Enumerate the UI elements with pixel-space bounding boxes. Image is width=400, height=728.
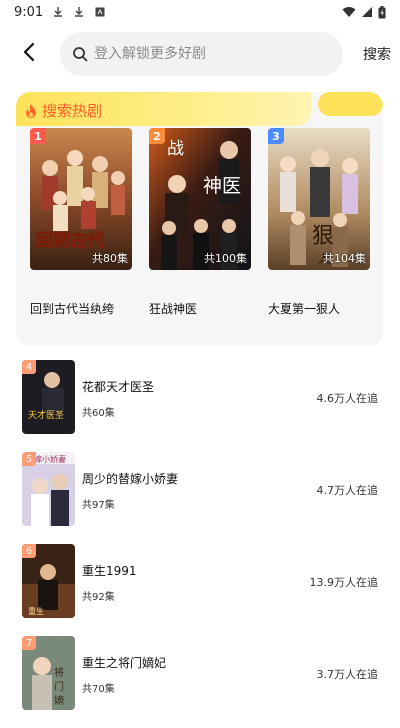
- signal-icon: [362, 7, 372, 17]
- episode-count: 共104集: [323, 252, 366, 265]
- drama-title[interactable]: 重生之将门嫡妃: [82, 654, 166, 671]
- top-item[interactable]: 战 神医 2 共100集 狂战神医: [149, 128, 251, 317]
- search-header: 搜索: [0, 30, 400, 78]
- list-item[interactable]: 天才医圣 4 花都天才医圣 共60集 4.6万人在追: [22, 360, 378, 452]
- followers-count: 13.9万人在追: [309, 576, 379, 589]
- rank-badge: 3: [268, 128, 284, 144]
- list-item[interactable]: 替嫁小娇妻 5 周少的替嫁小娇妻 共97集 4.7万人在追: [22, 452, 378, 544]
- drama-title[interactable]: 大夏第一狠人: [268, 300, 370, 317]
- drama-title[interactable]: 狂战神医: [149, 300, 251, 317]
- hot-dramas-card: 搜索热剧 回到古代 1 共80集 回到古代当纨绔 战 神医 2 共100集 狂战…: [16, 92, 383, 346]
- drama-title[interactable]: 回到古代当纨绔: [30, 300, 132, 317]
- back-arrow-icon[interactable]: [18, 40, 42, 64]
- fire-icon: [26, 103, 36, 118]
- episode-count: 共80集: [92, 252, 128, 265]
- rank-badge: 5: [22, 452, 36, 466]
- episode-count: 共70集: [82, 684, 115, 695]
- svg-text:回到古代: 回到古代: [36, 230, 104, 251]
- poster-image[interactable]: 狠 人 3 共104集: [268, 128, 370, 270]
- svg-text:嫡: 嫡: [54, 694, 64, 707]
- rank-badge: 7: [22, 636, 36, 650]
- secondary-tab[interactable]: [318, 92, 383, 116]
- svg-text:战: 战: [167, 139, 184, 159]
- status-bar: 9:01: [0, 0, 400, 24]
- svg-text:天才医圣: 天才医圣: [28, 409, 64, 421]
- poster-image[interactable]: 战 神医 2 共100集: [149, 128, 251, 270]
- episode-count: 共97集: [82, 500, 115, 511]
- svg-text:重生: 重生: [28, 606, 44, 616]
- thumbnail-image[interactable]: 将 门 嫡 7: [22, 636, 75, 710]
- rank-badge: 2: [149, 128, 165, 144]
- search-icon: [73, 47, 88, 62]
- top-three-list: 回到古代 1 共80集 回到古代当纨绔 战 神医 2 共100集 狂战神医 狠 …: [30, 128, 375, 317]
- followers-count: 3.7万人在追: [316, 668, 379, 681]
- rank-badge: 4: [22, 360, 36, 374]
- svg-text:门: 门: [54, 680, 64, 693]
- svg-text:神医: 神医: [203, 175, 241, 197]
- status-right: [342, 5, 386, 19]
- episode-count: 共60集: [82, 408, 115, 419]
- list-item[interactable]: 将 门 嫡 7 重生之将门嫡妃 共70集 3.7万人在追: [22, 636, 378, 728]
- thumbnail-image[interactable]: 天才医圣 4: [22, 360, 75, 434]
- episode-count: 共100集: [204, 252, 247, 265]
- poster-art: 战 神医: [149, 128, 251, 270]
- download-icon: [75, 7, 84, 17]
- hot-title-text: 搜索热剧: [42, 102, 103, 120]
- search-button[interactable]: 搜索: [363, 44, 391, 64]
- search-input[interactable]: [92, 45, 326, 63]
- app-notification-icon: [95, 7, 105, 17]
- poster-image[interactable]: 回到古代 1 共80集: [30, 128, 132, 270]
- drama-title[interactable]: 花都天才医圣: [82, 378, 154, 395]
- followers-count: 4.7万人在追: [316, 484, 379, 497]
- status-left: 9:01: [14, 5, 106, 20]
- svg-text:将: 将: [54, 667, 64, 679]
- top-item[interactable]: 回到古代 1 共80集 回到古代当纨绔: [30, 128, 132, 317]
- drama-title[interactable]: 重生1991: [82, 562, 137, 579]
- episode-count: 共92集: [82, 592, 115, 603]
- poster-art: 回到古代: [30, 128, 132, 270]
- battery-icon: [378, 5, 386, 18]
- drama-title[interactable]: 周少的替嫁小娇妻: [82, 470, 178, 487]
- thumbnail-image[interactable]: 替嫁小娇妻 5: [22, 452, 75, 526]
- top-item[interactable]: 狠 人 3 共104集 大夏第一狠人: [268, 128, 370, 317]
- rank-badge: 6: [22, 544, 36, 558]
- hot-title: 搜索热剧: [24, 100, 102, 121]
- list-item[interactable]: 重生 6 重生1991 共92集 13.9万人在追: [22, 544, 378, 636]
- thumbnail-image[interactable]: 重生 6: [22, 544, 75, 618]
- ranked-list: 天才医圣 4 花都天才医圣 共60集 4.6万人在追 替嫁小娇妻 5 周少的替嫁…: [22, 360, 378, 728]
- followers-count: 4.6万人在追: [316, 392, 379, 405]
- download-icon: [54, 7, 63, 17]
- rank-badge: 1: [30, 128, 46, 144]
- poster-art: 狠 人: [268, 128, 370, 270]
- wifi-icon: [342, 7, 356, 17]
- search-box[interactable]: [60, 32, 343, 76]
- status-time: 9:01: [14, 4, 44, 20]
- svg-text:狠: 狠: [312, 224, 334, 249]
